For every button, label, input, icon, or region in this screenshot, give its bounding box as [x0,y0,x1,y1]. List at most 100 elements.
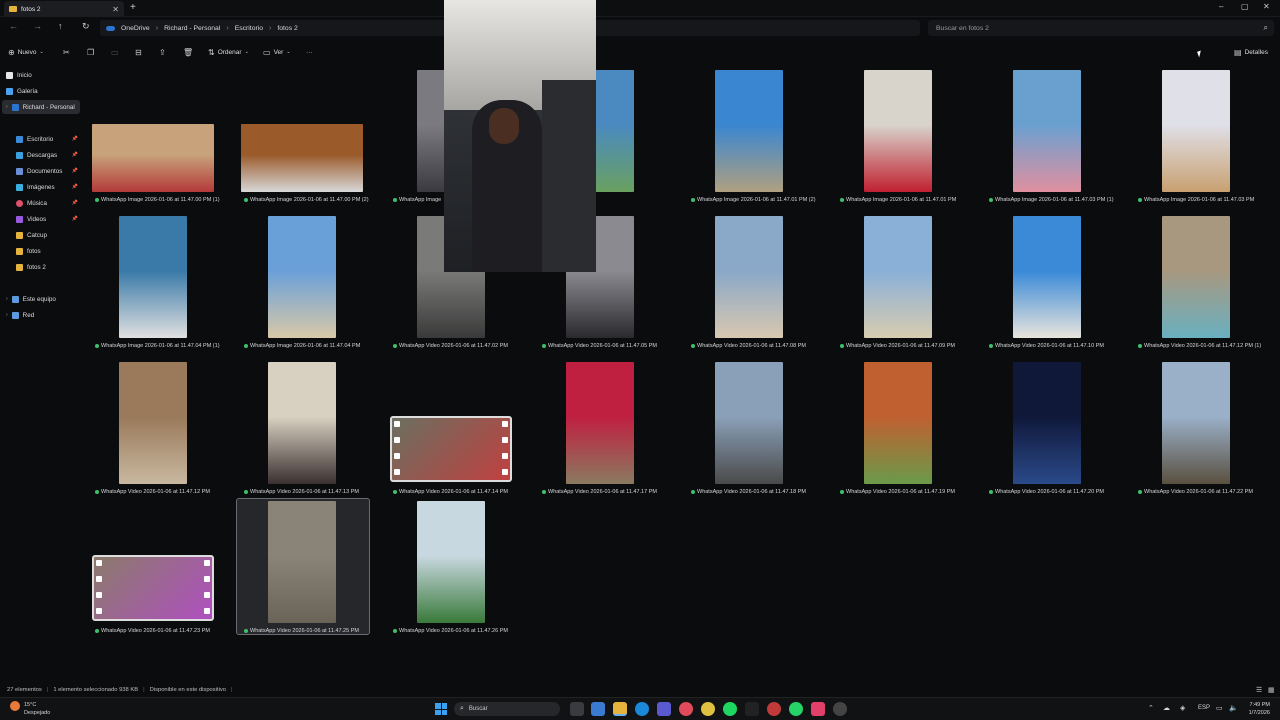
sidebar-item-musica[interactable]: Música 📌 [16,196,78,210]
copy-icon: ❐ [87,47,95,57]
minimize-button[interactable]: – [1219,2,1223,11]
chrome-icon[interactable] [701,702,715,716]
search-box[interactable]: Buscar en fotos 2 ⌕ [928,20,1274,36]
sidebar-item-label: Richard - Personal [22,103,75,111]
edge-icon[interactable] [635,702,649,716]
tab-fotos-2[interactable]: fotos 2 ✕ [4,1,124,17]
sync-status-icon [542,489,546,494]
onedrive-tray-icon[interactable]: ☁ [1163,704,1170,712]
clock[interactable]: 7:49 PM 1/7/2026 [1249,701,1270,717]
spotify-icon[interactable] [723,702,737,716]
sidebar-item-documentos[interactable]: Documentos 📌 [16,164,78,178]
title-bar: fotos 2 ✕ + – ▢ ✕ [0,0,1280,17]
delete-button[interactable]: 🗑 [183,44,193,60]
file-name: WhatsApp Video 2026-01-06 at 11.47.09 PM [840,343,990,350]
file-name: WhatsApp Video 2026-01-06 at 11.47.25 PM [244,628,394,635]
back-icon[interactable]: ← [9,21,18,31]
sidebar-item-descargas[interactable]: Descargas 📌 [16,148,78,162]
breadcrumb-richard-personal[interactable]: Richard - Personal [164,25,220,32]
refresh-icon[interactable]: ↻ [82,21,90,32]
chevron-right-icon: › [6,312,8,318]
copilot-icon[interactable] [591,702,605,716]
paste-button[interactable]: ▭ [111,44,119,60]
taskbar-search[interactable]: ⌕ Buscar [454,702,560,716]
file-name-text: WhatsApp Video 2026-01-06 at 11.47.13 PM [250,489,359,495]
sort-icon: ⇅ [208,47,215,57]
image-thumbnail [715,362,783,484]
sidebar-item-label: fotos 2 [27,263,46,271]
more-options-button[interactable]: ··· [306,44,313,60]
file-name-text: WhatsApp Video 2026-01-06 at 11.47.05 PM [548,343,657,349]
share-button[interactable]: ⇪ [159,44,166,60]
network-icon[interactable]: ▭ [1216,704,1223,712]
close-button[interactable]: ✕ [1263,2,1270,11]
sidebar-item-label: fotos [27,247,41,255]
sync-status-icon [95,343,99,348]
file-explorer-icon[interactable] [613,702,627,716]
file-name: WhatsApp Video 2026-01-06 at 11.47.12 PM… [1138,343,1280,350]
volume-icon[interactable]: 🔈 [1229,704,1238,712]
up-icon[interactable]: ↑ [58,21,63,31]
sidebar-item-fotos-2[interactable]: fotos 2 [16,260,78,274]
more-icon: ··· [306,48,313,56]
app-icon[interactable] [767,702,781,716]
rename-button[interactable]: ⊟ [135,44,142,60]
file-name: WhatsApp Video 2026-01-06 at 11.47.12 PM [95,489,245,496]
language-indicator[interactable]: ESP [1198,705,1210,711]
sidebar-item-imagenes[interactable]: Imágenes 📌 [16,180,78,194]
new-button[interactable]: ⊕ Nuevo ⌄ [8,44,44,60]
film-perforation [502,437,508,443]
forward-icon[interactable]: → [33,21,42,31]
folder-icon [16,231,23,239]
film-perforation [96,608,102,614]
sidebar-item-fotos[interactable]: fotos [16,244,78,258]
sidebar-item-richard-personal[interactable]: › Richard - Personal [2,100,80,114]
start-icon[interactable] [435,703,447,715]
whatsapp-icon[interactable] [789,702,803,716]
sidebar-item-galeria[interactable]: Galería [6,84,78,98]
app-icon[interactable] [679,702,693,716]
search-input[interactable]: Buscar en fotos 2 [936,25,1264,32]
file-name: WhatsApp Image 2026-01-06 at 11.47.01 PM… [691,197,841,204]
cut-button[interactable]: ✂ [63,44,70,60]
breadcrumb-onedrive[interactable]: OneDrive [121,25,150,32]
sync-status-icon [691,489,695,494]
tiles-view-icon[interactable]: ▦ [1268,686,1275,694]
details-view-icon[interactable]: ☰ [1256,686,1262,694]
tab-close-icon[interactable]: ✕ [112,5,119,14]
obs-icon[interactable] [833,702,847,716]
search-icon[interactable]: ⌕ [1264,23,1268,33]
file-name-text: WhatsApp Video 2026-01-06 at 11.47.19 PM [846,489,955,495]
sync-status-icon [989,197,993,202]
security-icon[interactable]: ◈ [1180,704,1185,712]
store-icon[interactable] [657,702,671,716]
breadcrumb-fotos-2[interactable]: fotos 2 [277,25,297,32]
new-tab-button[interactable]: + [130,2,136,13]
download-icon [16,151,23,159]
details-button[interactable]: ▤ Detalles [1234,44,1268,60]
weather-widget[interactable]: 15°C Despejado [24,701,50,717]
sidebar-item-red[interactable]: › Red [6,308,78,322]
sync-status-icon [95,628,99,633]
sidebar-item-inicio[interactable]: Inicio [6,68,78,82]
details-pane-icon: ▤ [1234,47,1242,57]
breadcrumb-escritorio[interactable]: Escritorio [235,25,263,32]
film-perforation [204,560,210,566]
task-view-icon[interactable] [570,702,584,716]
sidebar-item-este-equipo[interactable]: › Este equipo [6,292,78,306]
image-thumbnail [268,216,336,338]
pin-icon: 📌 [71,216,78,222]
sidebar-item-videos[interactable]: Videos 📌 [16,212,78,226]
maximize-button[interactable]: ▢ [1241,2,1249,11]
image-thumbnail [1013,362,1081,484]
file-name-text: WhatsApp Video 2026-01-06 at 11.47.02 PM [399,343,508,349]
sort-button[interactable]: ⇅ Ordenar ⌄ [208,44,249,60]
film-perforation [394,421,400,427]
chevron-up-icon[interactable]: ⌃ [1148,704,1154,712]
capcut-icon[interactable] [811,702,825,716]
tiktok-icon[interactable] [745,702,759,716]
view-button[interactable]: ▭ Ver ⌄ [263,44,291,60]
sidebar-item-escritorio[interactable]: Escritorio 📌 [16,132,78,146]
copy-button[interactable]: ❐ [87,44,94,60]
sidebar-item-catcup[interactable]: Catcup [16,228,78,242]
